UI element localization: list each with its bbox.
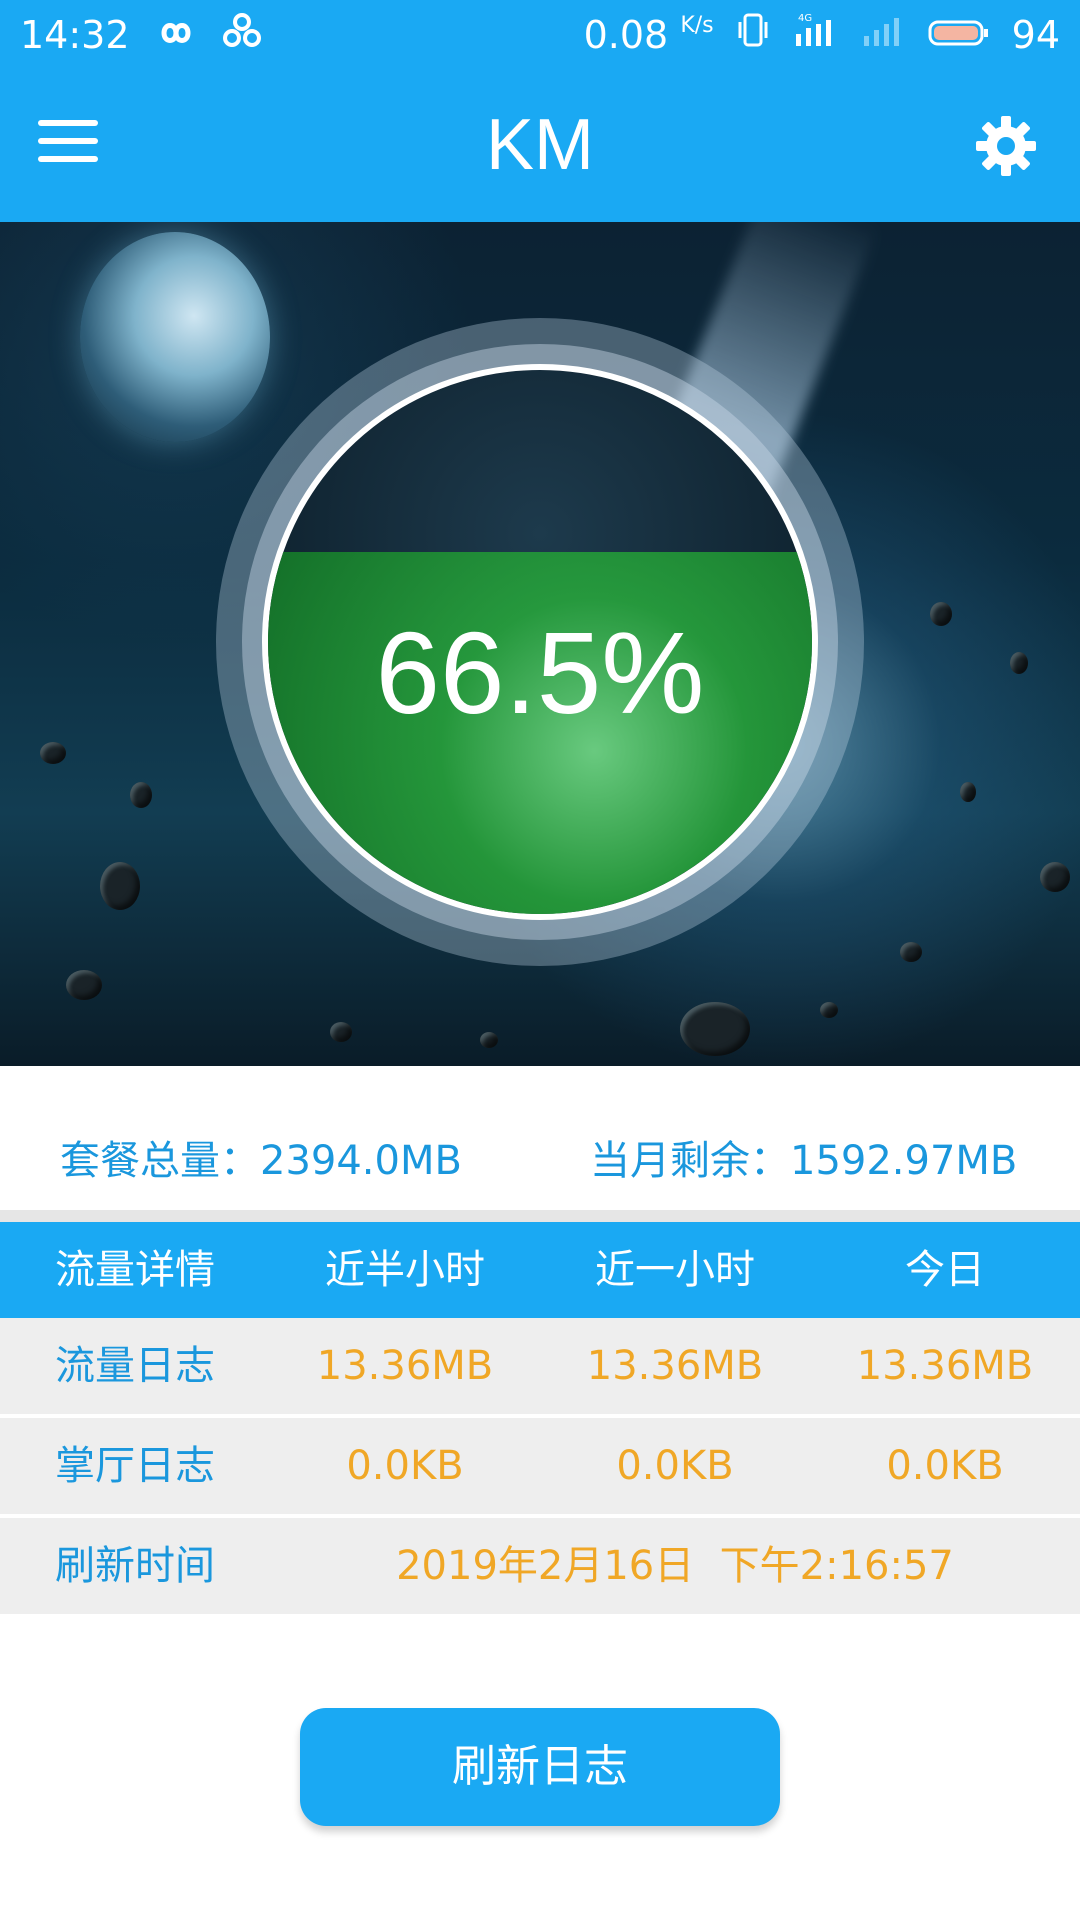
- asteroid: [100, 862, 140, 910]
- space-background: 66.5%: [0, 222, 1080, 1066]
- row-label: 刷新时间: [55, 1543, 215, 1589]
- row-value: 0.0KB: [346, 1443, 464, 1489]
- total-label: 套餐总量：: [60, 1138, 260, 1184]
- usage-percent: 66.5%: [375, 608, 705, 738]
- battery-icon: [928, 13, 990, 57]
- header-cell: 流量详情: [55, 1247, 215, 1293]
- network-speed: 0.08 K/s: [583, 12, 714, 57]
- app-title: KM: [486, 105, 594, 185]
- link-icon: [222, 12, 262, 57]
- status-bar: 14:32 0.08 K/s 4G 94: [0, 0, 1080, 70]
- top-bar: 14:32 0.08 K/s 4G 94 KM: [0, 0, 1080, 222]
- asteroid: [960, 782, 976, 802]
- infinity-icon: [152, 13, 200, 57]
- header-cell: 近一小时: [595, 1247, 755, 1293]
- asteroid: [680, 1002, 750, 1056]
- network-speed-unit: K/s: [680, 12, 714, 38]
- battery-level: 94: [1011, 12, 1060, 57]
- row-value: 13.36MB: [316, 1343, 494, 1389]
- gear-icon[interactable]: [974, 114, 1038, 178]
- row-value: 0.0KB: [886, 1443, 1004, 1489]
- asteroid: [330, 1022, 352, 1042]
- status-time: 14:32: [20, 12, 130, 57]
- signal-icon: [860, 12, 906, 57]
- total-package: 套餐总量：2394.0MB: [60, 1128, 462, 1186]
- asteroid: [820, 1002, 838, 1018]
- section-divider: [0, 1210, 1080, 1222]
- row-label: 流量日志: [55, 1343, 215, 1389]
- row-value: 13.36MB: [856, 1343, 1034, 1389]
- usage-gauge: 66.5%: [262, 364, 818, 920]
- header-cell: 近半小时: [325, 1247, 485, 1293]
- table-row: 掌厅日志 0.0KB 0.0KB 0.0KB: [0, 1418, 1080, 1518]
- asteroid: [1010, 652, 1028, 674]
- asteroid: [930, 602, 952, 626]
- table-header: 流量详情 近半小时 近一小时 今日: [0, 1222, 1080, 1318]
- refresh-log-button[interactable]: 刷新日志: [300, 1708, 780, 1826]
- asteroid: [480, 1032, 498, 1048]
- header-cell: 今日: [905, 1247, 985, 1293]
- remaining-value: 1592.97MB: [790, 1138, 1018, 1184]
- refresh-timestamp: 2019年2月16日 下午2:16:57: [396, 1543, 954, 1589]
- planet-image: [80, 232, 270, 442]
- vibrate-icon: [736, 12, 770, 57]
- total-value: 2394.0MB: [260, 1138, 462, 1184]
- monthly-remaining: 当月剩余：1592.97MB: [590, 1128, 1017, 1186]
- asteroid: [1040, 862, 1070, 892]
- table-row-refresh-time: 刷新时间 2019年2月16日 下午2:16:57: [0, 1518, 1080, 1618]
- remaining-label: 当月剩余：: [590, 1138, 790, 1184]
- app-bar: KM: [0, 70, 1080, 222]
- asteroid: [130, 782, 152, 808]
- package-summary: 套餐总量：2394.0MB 当月剩余：1592.97MB: [0, 1066, 1080, 1210]
- signal-4g-icon: 4G: [792, 12, 838, 57]
- row-label: 掌厅日志: [55, 1443, 215, 1489]
- table-row: 流量日志 13.36MB 13.36MB 13.36MB: [0, 1318, 1080, 1418]
- asteroid: [900, 942, 922, 962]
- asteroid: [40, 742, 66, 764]
- row-value: 0.0KB: [616, 1443, 734, 1489]
- network-type-label: 4G: [798, 13, 812, 24]
- row-value: 13.36MB: [586, 1343, 764, 1389]
- asteroid: [66, 970, 102, 1000]
